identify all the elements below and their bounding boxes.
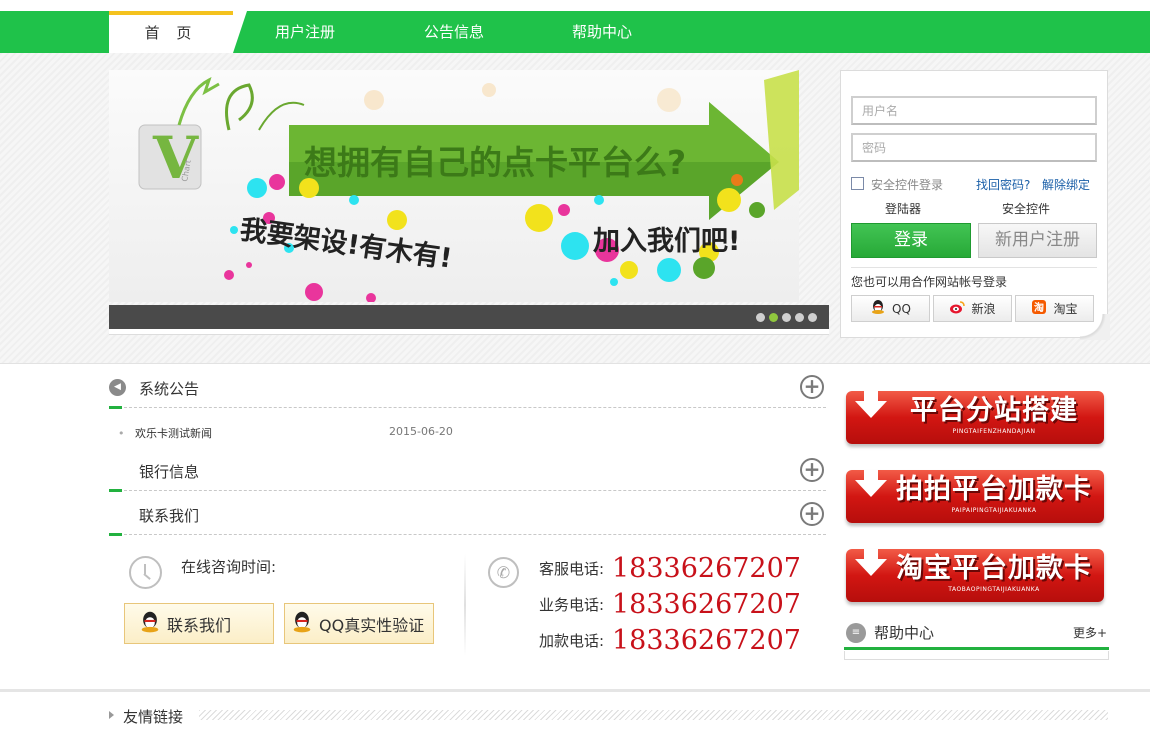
promo-title: 拍拍平台加款卡	[896, 474, 1092, 505]
qq-penguin-icon	[139, 610, 161, 638]
footer-divider	[0, 689, 1150, 692]
news-title[interactable]: 欢乐卡测试新闻	[135, 427, 212, 440]
qq-login-label: QQ	[892, 301, 911, 316]
nav-register[interactable]: 用户注册	[275, 11, 335, 53]
clock-icon	[129, 556, 162, 589]
section-contact-title: 联系我们	[139, 507, 200, 525]
nav-help-center[interactable]: 帮助中心	[572, 11, 632, 53]
slider-dot[interactable]	[782, 313, 791, 322]
banner-logo-letter: V	[152, 124, 199, 192]
qq-login-button[interactable]: QQ	[851, 295, 930, 322]
login-button[interactable]: 登录	[851, 223, 971, 258]
promo-title: 淘宝平台加款卡	[896, 553, 1092, 584]
username-input[interactable]	[851, 96, 1097, 125]
slider-dot[interactable]	[808, 313, 817, 322]
friend-links-pattern	[199, 710, 1108, 720]
phone-icon: ✆	[488, 557, 519, 588]
section-notice-title: 系统公告	[139, 380, 200, 398]
expand-contact-icon[interactable]: +	[800, 502, 824, 526]
unbind-link[interactable]: 解除绑定	[1042, 176, 1090, 193]
safe-login-checkbox[interactable]	[851, 177, 864, 190]
nav-announcements[interactable]: 公告信息	[424, 11, 484, 53]
new-user-register-button[interactable]: 新用户注册	[978, 223, 1097, 258]
banner-slide[interactable]: V Chart 想拥有自己的点卡平台么? 我要架设!有木有! 加入我们吧!	[109, 70, 799, 302]
qq-verify-button[interactable]: QQ真实性验证	[284, 603, 434, 644]
business-phone-label: 业务电话:	[539, 596, 605, 614]
speaker-icon: ◀	[109, 379, 126, 396]
banner-headline: 想拥有自己的点卡平台么?	[304, 143, 686, 182]
security-control-link[interactable]: 安全控件	[1002, 200, 1050, 217]
svg-text:淘: 淘	[1034, 301, 1044, 314]
slider-dot-active[interactable]	[769, 313, 778, 322]
section-notice-header: ◀ 系统公告 +	[109, 366, 826, 409]
qq-penguin-icon	[870, 299, 886, 318]
slider-shadow	[109, 329, 829, 335]
news-item[interactable]: • 欢乐卡测试新闻	[118, 425, 212, 441]
qq-verify-label: QQ真实性验证	[319, 615, 425, 635]
banner-slogan-right: 加入我们吧!	[593, 226, 740, 257]
login-panel: 安全控件登录 找回密码? 解除绑定 登陆器 安全控件 登录 新用户注册 您也可以…	[840, 70, 1108, 338]
section-bank-header: 银行信息 +	[109, 449, 826, 492]
service-phone-label: 客服电话:	[539, 560, 605, 578]
qq-penguin-icon	[291, 610, 313, 638]
contact-divider	[464, 554, 466, 656]
help-more-link[interactable]: 更多+	[1073, 624, 1107, 641]
promo-taobao-banner[interactable]: 淘宝平台加款卡 TAOBAOPINGTAIJIAKUANKA	[846, 549, 1104, 602]
weibo-login-button[interactable]: 新浪	[933, 295, 1012, 322]
help-center-header: ≡ 帮助中心 更多+	[844, 618, 1109, 650]
coop-login-text: 您也可以用合作网站帐号登录	[851, 275, 1008, 289]
service-phone-number: 18336267207	[612, 553, 801, 584]
promo-paipai-banner[interactable]: 拍拍平台加款卡 PAIPAIPINGTAIJIAKUANKA	[846, 470, 1104, 523]
promo-subtitle: PINGTAIFENZHANDAJIAN	[952, 428, 1036, 435]
promo-subtitle: TAOBAOPINGTAIJIAKUANKA	[948, 586, 1040, 593]
section-accent	[109, 533, 122, 536]
promo-substation-banner[interactable]: 平台分站搭建 PINGTAIFENZHANDAJIAN	[846, 391, 1104, 444]
banner-slogan-left: 我要架设!有木有!	[238, 214, 454, 274]
forgot-password-link[interactable]: 找回密码?	[976, 176, 1030, 193]
banner-graphic: V Chart 想拥有自己的点卡平台么? 我要架设!有木有! 加入我们吧!	[138, 70, 799, 302]
expand-notice-icon[interactable]: +	[800, 375, 824, 399]
divider	[851, 267, 1097, 268]
down-arrow-icon	[855, 391, 887, 418]
slider-bar	[109, 305, 829, 329]
contact-us-label: 联系我们	[167, 615, 232, 635]
panel-curl-decoration	[1080, 314, 1110, 340]
expand-bank-icon[interactable]: +	[800, 458, 824, 482]
nav-home[interactable]: 首 页	[109, 11, 247, 53]
section-bank-title: 银行信息	[139, 463, 200, 481]
deposit-phone-number: 18336267207	[612, 625, 801, 656]
section-accent	[109, 489, 122, 492]
deposit-phone-label: 加款电话:	[539, 632, 605, 650]
friend-links-title: 友情链接	[123, 708, 184, 726]
help-center-list	[844, 651, 1109, 660]
safe-login-row: 安全控件登录 找回密码? 解除绑定	[851, 176, 1101, 192]
weibo-login-label: 新浪	[971, 302, 996, 316]
launcher-link[interactable]: 登陆器	[885, 200, 921, 217]
news-date: 2015-06-20	[389, 425, 453, 438]
safe-login-label: 安全控件登录	[871, 178, 944, 192]
section-accent	[109, 406, 122, 409]
password-input[interactable]	[851, 133, 1097, 162]
main-nav: 首 页 用户注册 公告信息 帮助中心	[109, 11, 632, 53]
business-phone-number: 18336267207	[612, 589, 801, 620]
triangle-right-icon	[109, 711, 114, 719]
bullet-icon: •	[118, 427, 125, 440]
taobao-icon: 淘	[1031, 299, 1047, 318]
help-center-title: 帮助中心	[874, 624, 935, 642]
promo-title: 平台分站搭建	[910, 395, 1078, 426]
contact-us-button[interactable]: 联系我们	[124, 603, 274, 644]
section-contact-header: 联系我们 +	[109, 493, 826, 536]
slider-dots	[756, 313, 817, 322]
down-arrow-icon	[855, 549, 887, 576]
weibo-icon	[949, 299, 966, 318]
slider-dot[interactable]	[795, 313, 804, 322]
slider-dot[interactable]	[756, 313, 765, 322]
book-icon: ≡	[846, 623, 866, 643]
down-arrow-icon	[855, 470, 887, 497]
consult-time-label: 在线咨询时间:	[181, 558, 277, 576]
promo-subtitle: PAIPAIPINGTAIJIAKUANKA	[951, 507, 1037, 514]
taobao-login-label: 淘宝	[1053, 302, 1078, 316]
